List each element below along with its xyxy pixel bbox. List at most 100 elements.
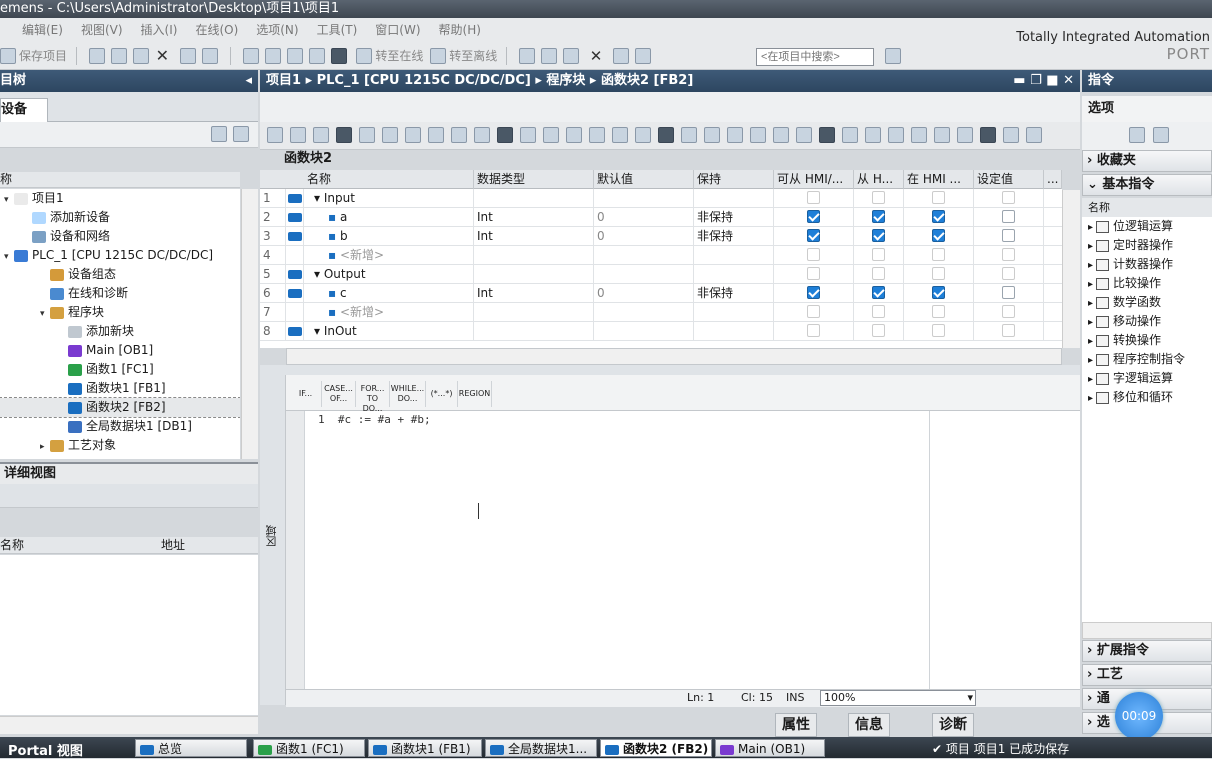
default-value-cell[interactable]: 0 [594,227,694,246]
editor-tool-icon[interactable] [819,127,835,143]
scl-template-button[interactable]: FOR... TO DO... [356,381,390,413]
editor-tool-icon[interactable] [474,127,490,143]
hmi-checkbox[interactable] [872,210,885,223]
compile-icon[interactable] [242,48,259,64]
member-name[interactable]: InOut [324,324,357,338]
default-value-cell[interactable] [594,246,694,265]
tree-item[interactable]: 函数块2 [FB2] [0,397,240,418]
retain-cell[interactable] [694,189,774,208]
copy-icon[interactable] [110,48,127,64]
tree-item[interactable]: ▾ 项目1 [0,189,240,208]
table-view-icon[interactable] [211,126,227,142]
scl-template-button[interactable]: CASE... OF... [322,381,356,407]
hmi-checkbox[interactable] [1002,229,1015,242]
editor-tool-icon[interactable] [1026,127,1042,143]
task-button[interactable]: 全局数据块1... [485,739,597,757]
editor-tool-icon[interactable] [451,127,467,143]
editor-tool-icon[interactable] [359,127,375,143]
tab-diagnostics[interactable]: 诊断 [932,713,974,737]
column-header[interactable]: 默认值 [594,170,694,189]
menu-tools[interactable]: 工具(T) [317,18,358,42]
tab-properties[interactable]: 属性 [775,713,817,737]
splitter[interactable] [260,365,1080,375]
download-icon[interactable] [264,48,281,64]
stop-cpu-icon[interactable] [562,48,579,64]
interface-vertical-scrollbar[interactable] [1062,190,1080,348]
editor-tool-icon[interactable] [888,127,904,143]
tree-item[interactable]: ▾ 程序块 [0,303,240,322]
expand-icon[interactable]: ▸ [1088,393,1093,404]
scl-template-button[interactable]: WHILE... DO... [390,381,426,407]
interface-row[interactable]: 2 ▪ a Int 0 非保持 [260,208,1062,227]
editor-tool-icon[interactable] [589,127,605,143]
menu-view[interactable]: 视图(V) [81,18,123,42]
hmi-checkbox[interactable] [1002,191,1015,204]
data-type-cell[interactable] [474,322,594,341]
column-header[interactable]: 从 H... [854,170,904,189]
retain-cell[interactable]: 非保持 [694,208,774,227]
member-name[interactable]: Input [324,191,355,205]
expand-icon[interactable]: ▸ [1088,260,1093,271]
member-name[interactable]: Output [324,267,366,281]
editor-tool-icon[interactable] [497,127,513,143]
menu-edit[interactable]: 编辑(E) [22,18,63,42]
hmi-checkbox[interactable] [872,267,885,280]
expand-icon[interactable]: ▸ [1088,222,1093,233]
delete-icon[interactable]: ✕ [156,42,169,70]
redo-icon[interactable] [201,48,218,64]
instruction-folder[interactable]: ▸ 字逻辑运算 [1082,369,1212,388]
column-header[interactable]: 可从 HMI/... [774,170,854,189]
tree-item[interactable]: 设备和网络 [0,227,240,246]
go-online-button[interactable]: 转至在线 [375,42,423,70]
column-header[interactable]: 名称 [304,170,474,189]
menu-online[interactable]: 在线(O) [195,18,238,42]
instruction-folder[interactable]: ▸ 移动操作 [1082,312,1212,331]
editor-tool-icon[interactable] [842,127,858,143]
hmi-checkbox[interactable] [1002,210,1015,223]
hmi-checkbox[interactable] [807,324,820,337]
scl-template-button[interactable]: REGION [458,381,492,407]
data-type-cell[interactable]: Int [474,227,594,246]
editor-tool-icon[interactable] [635,127,651,143]
hmi-checkbox[interactable] [1002,248,1015,261]
interface-row[interactable]: 6 ▪ c Int 0 非保持 [260,284,1062,303]
go-offline-button[interactable]: 转至离线 [449,42,497,70]
expand-icon[interactable]: ▸ [1088,355,1093,366]
editor-tool-icon[interactable] [336,127,352,143]
undo-icon[interactable] [179,48,196,64]
instruction-scrollbar[interactable] [1082,622,1212,639]
editor-tool-icon[interactable] [727,127,743,143]
scl-template-button[interactable]: IF... [290,381,322,407]
interface-row[interactable]: 1 ▾ Input [260,189,1062,208]
default-value-cell[interactable]: 0 [594,208,694,227]
basic-instructions-section[interactable]: ⌄ 基本指令 [1082,174,1212,196]
instruction-folder[interactable]: ▸ 移位和循环 [1082,388,1212,407]
save-project-button[interactable]: 保存项目 [19,42,67,70]
code-editor[interactable] [305,411,929,689]
tree-item[interactable]: ▾ PLC_1 [CPU 1215C DC/DC/DC] [0,246,240,265]
member-name[interactable]: a [340,210,347,224]
hmi-checkbox[interactable] [932,286,945,299]
column-header[interactable]: ... [1044,170,1062,189]
split-vertical-icon[interactable] [635,48,652,64]
task-button[interactable]: 函数1 (FC1) [253,739,365,757]
monitor-icon[interactable] [330,48,347,64]
member-name[interactable]: c [340,286,347,300]
hmi-checkbox[interactable] [807,248,820,261]
retain-cell[interactable] [694,265,774,284]
expand-icon[interactable]: ▾ [314,324,324,338]
hmi-checkbox[interactable] [872,191,885,204]
interface-row[interactable]: 3 ▪ b Int 0 非保持 [260,227,1062,246]
tree-item[interactable]: 在线和诊断 [0,284,240,303]
hmi-checkbox[interactable] [932,229,945,242]
favorites-section[interactable]: › 收藏夹 [1082,150,1212,172]
menu-help[interactable]: 帮助(H) [439,18,481,42]
view-icon[interactable] [1129,127,1145,143]
task-button[interactable]: 函数块1 (FB1) [368,739,482,757]
project-search-input[interactable] [756,48,874,66]
hmi-checkbox[interactable] [932,267,945,280]
left-horizontal-scrollbar[interactable] [0,716,258,734]
hmi-checkbox[interactable] [807,305,820,318]
default-value-cell[interactable] [594,303,694,322]
simulate-icon[interactable] [308,48,325,64]
